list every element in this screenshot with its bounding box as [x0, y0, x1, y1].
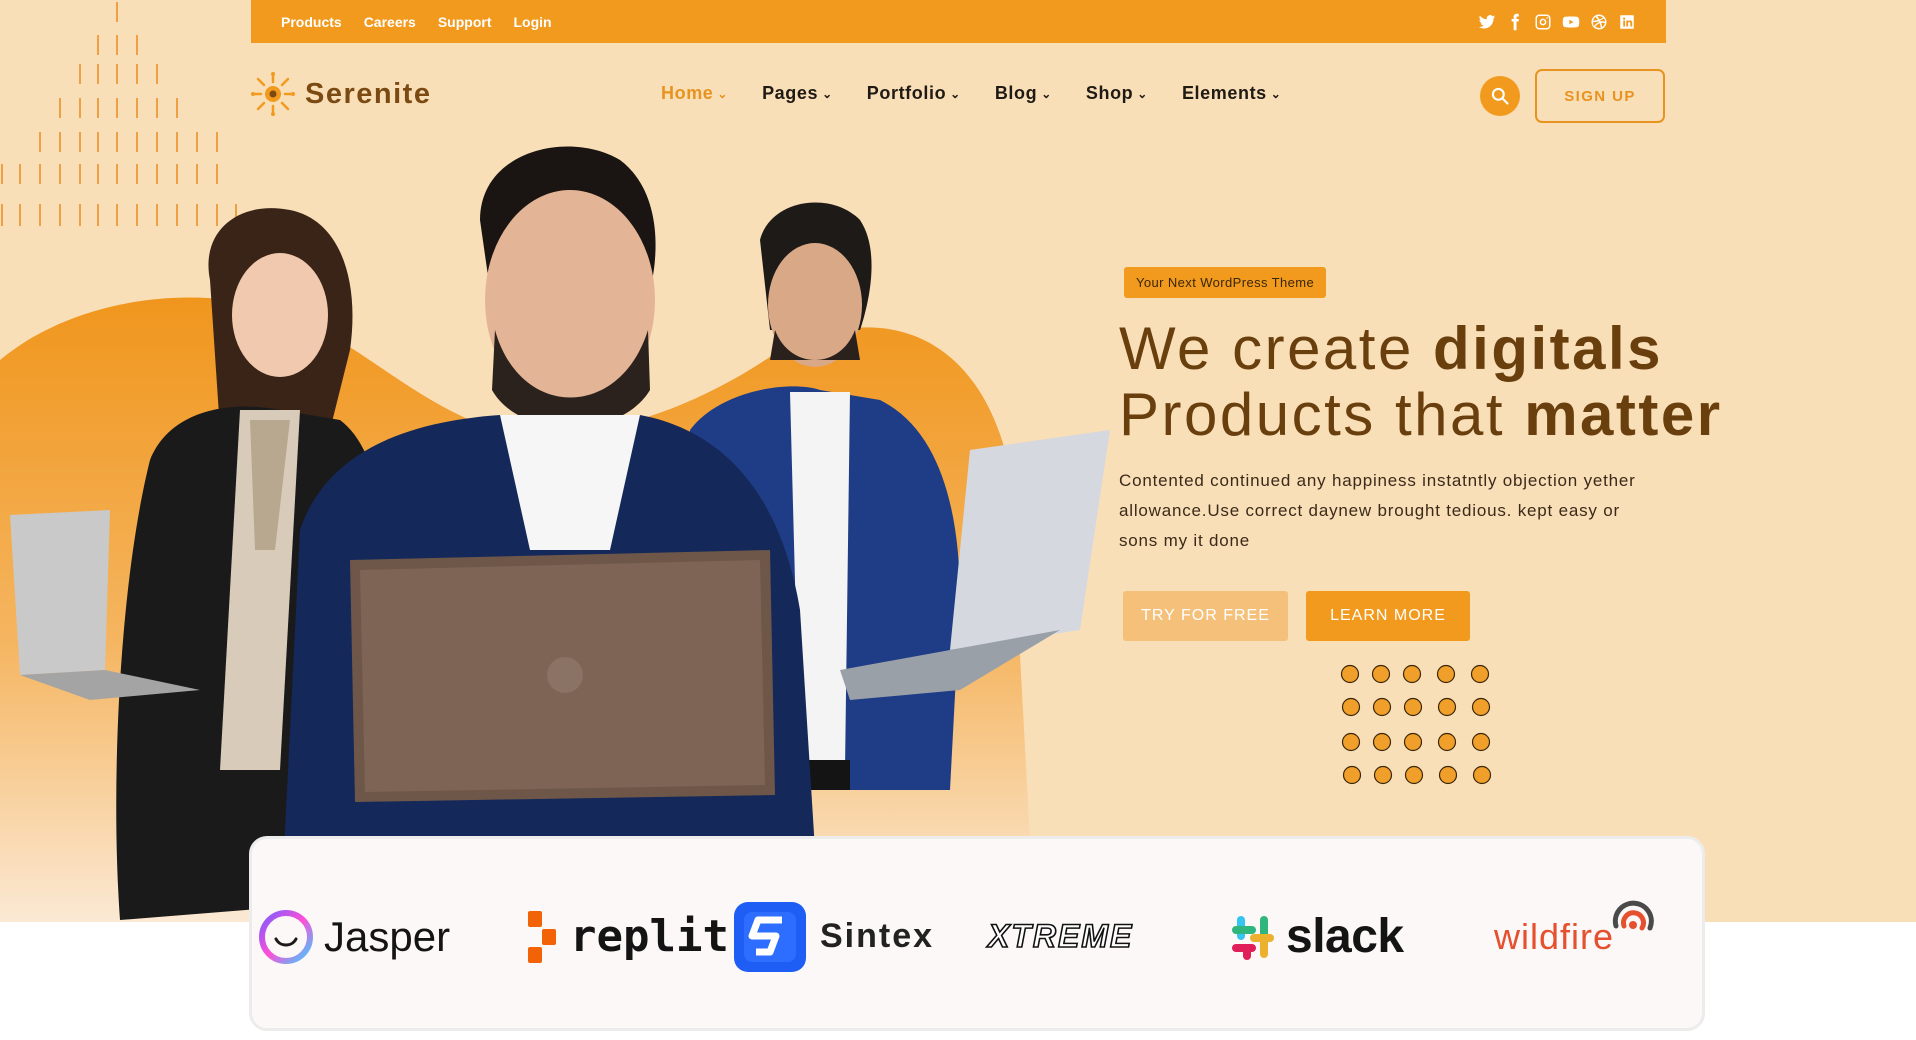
chevron-down-icon: ⌄ [1137, 86, 1148, 101]
search-icon [1491, 87, 1509, 105]
top-link-login[interactable]: Login [514, 14, 552, 30]
brand-sintex: Sintex [730, 839, 934, 1034]
sintex-logo-icon [734, 901, 806, 972]
main-nav: Home ⌄ Pages ⌄ Portfolio ⌄ Blog ⌄ Shop ⌄… [661, 83, 1281, 104]
nav-home-label: Home [661, 83, 714, 103]
facebook-icon[interactable] [1506, 13, 1524, 31]
instagram-icon[interactable] [1534, 13, 1552, 31]
nav-portfolio[interactable]: Portfolio ⌄ [867, 83, 961, 104]
hero-tagline-badge: Your Next WordPress Theme [1124, 267, 1327, 298]
nav-elements-label: Elements [1181, 83, 1267, 103]
brand-wildfire: wildfire [1494, 839, 1660, 1034]
chevron-down-icon: ⌄ [1041, 86, 1052, 101]
chevron-down-icon: ⌄ [950, 86, 961, 101]
youtube-icon[interactable] [1562, 13, 1580, 31]
headline-2-plain: Products that [1119, 381, 1525, 448]
nav-shop-label: Shop [1085, 83, 1134, 103]
headline-line-2: Products that matter [1119, 382, 1819, 448]
brand-slack-name: slack [1286, 910, 1404, 963]
brand-sintex-name: Sintex [820, 917, 935, 955]
top-link-careers[interactable]: Careers [364, 14, 416, 30]
person-man-center [280, 146, 820, 930]
headline-line-1: We create digitals [1119, 316, 1819, 382]
hero-people-image [10, 146, 1110, 930]
brand-logos-strip: Jasper replit Sintex XTREME slack wildfi… [249, 836, 1705, 1031]
nav-blog-label: Blog [994, 83, 1038, 103]
top-link-support[interactable]: Support [438, 14, 492, 30]
headline-1-bold: digitals [1433, 315, 1664, 382]
slack-logo-icon [1232, 915, 1274, 960]
decorative-dot-grid [1340, 664, 1492, 785]
nav-portfolio-label: Portfolio [866, 83, 947, 103]
top-link-products[interactable]: Products [281, 14, 342, 30]
jasper-logo-icon [259, 909, 313, 964]
nav-elements[interactable]: Elements ⌄ [1182, 83, 1282, 104]
logo[interactable]: Serenite [251, 72, 431, 116]
chevron-down-icon: ⌄ [822, 86, 833, 101]
nav-pages[interactable]: Pages ⌄ [762, 83, 833, 104]
headline-2-bold: matter [1524, 381, 1723, 448]
signup-button[interactable]: SIGN UP [1535, 69, 1665, 123]
hero-headline: We create digitals Products that matter [1119, 316, 1819, 448]
nav-home[interactable]: Home ⌄ [661, 83, 728, 104]
brand-replit: replit [526, 839, 729, 1034]
social-links [1478, 13, 1636, 31]
chevron-down-icon: ⌄ [1270, 86, 1282, 101]
logo-text: Serenite [305, 77, 432, 110]
wildfire-logo-icon [1612, 900, 1654, 930]
brand-xtreme-name: XTREME [987, 917, 1134, 955]
try-for-free-button[interactable]: TRY FOR FREE [1123, 591, 1288, 641]
brand-xtreme: XTREME [987, 839, 1134, 1034]
headline-1-plain: We create [1119, 315, 1434, 382]
search-button[interactable] [1480, 76, 1520, 116]
logo-icon [251, 72, 295, 116]
nav-shop[interactable]: Shop ⌄ [1086, 83, 1148, 104]
chevron-down-icon: ⌄ [717, 86, 729, 101]
linkedin-icon[interactable] [1618, 13, 1636, 31]
laptop-center [350, 550, 775, 802]
replit-logo-icon [528, 910, 556, 963]
brand-jasper-name: Jasper [324, 912, 451, 960]
brand-wildfire-name: wildfire [1494, 915, 1615, 957]
nav-blog[interactable]: Blog ⌄ [995, 83, 1052, 104]
top-bar: Products Careers Support Login [251, 0, 1666, 43]
learn-more-button[interactable]: LEARN MORE [1306, 591, 1470, 641]
top-links: Products Careers Support Login [281, 14, 552, 30]
brand-jasper: Jasper [258, 839, 450, 1034]
main-header: Serenite Home ⌄ Pages ⌄ Portfolio ⌄ Blog… [251, 68, 1666, 124]
nav-pages-label: Pages [762, 83, 819, 103]
dribbble-icon[interactable] [1590, 13, 1608, 31]
brand-replit-name: replit [570, 911, 729, 962]
brand-slack: slack [1228, 839, 1404, 1034]
twitter-icon[interactable] [1478, 13, 1496, 31]
hero-description: Contented continued any happiness instat… [1119, 471, 1636, 550]
